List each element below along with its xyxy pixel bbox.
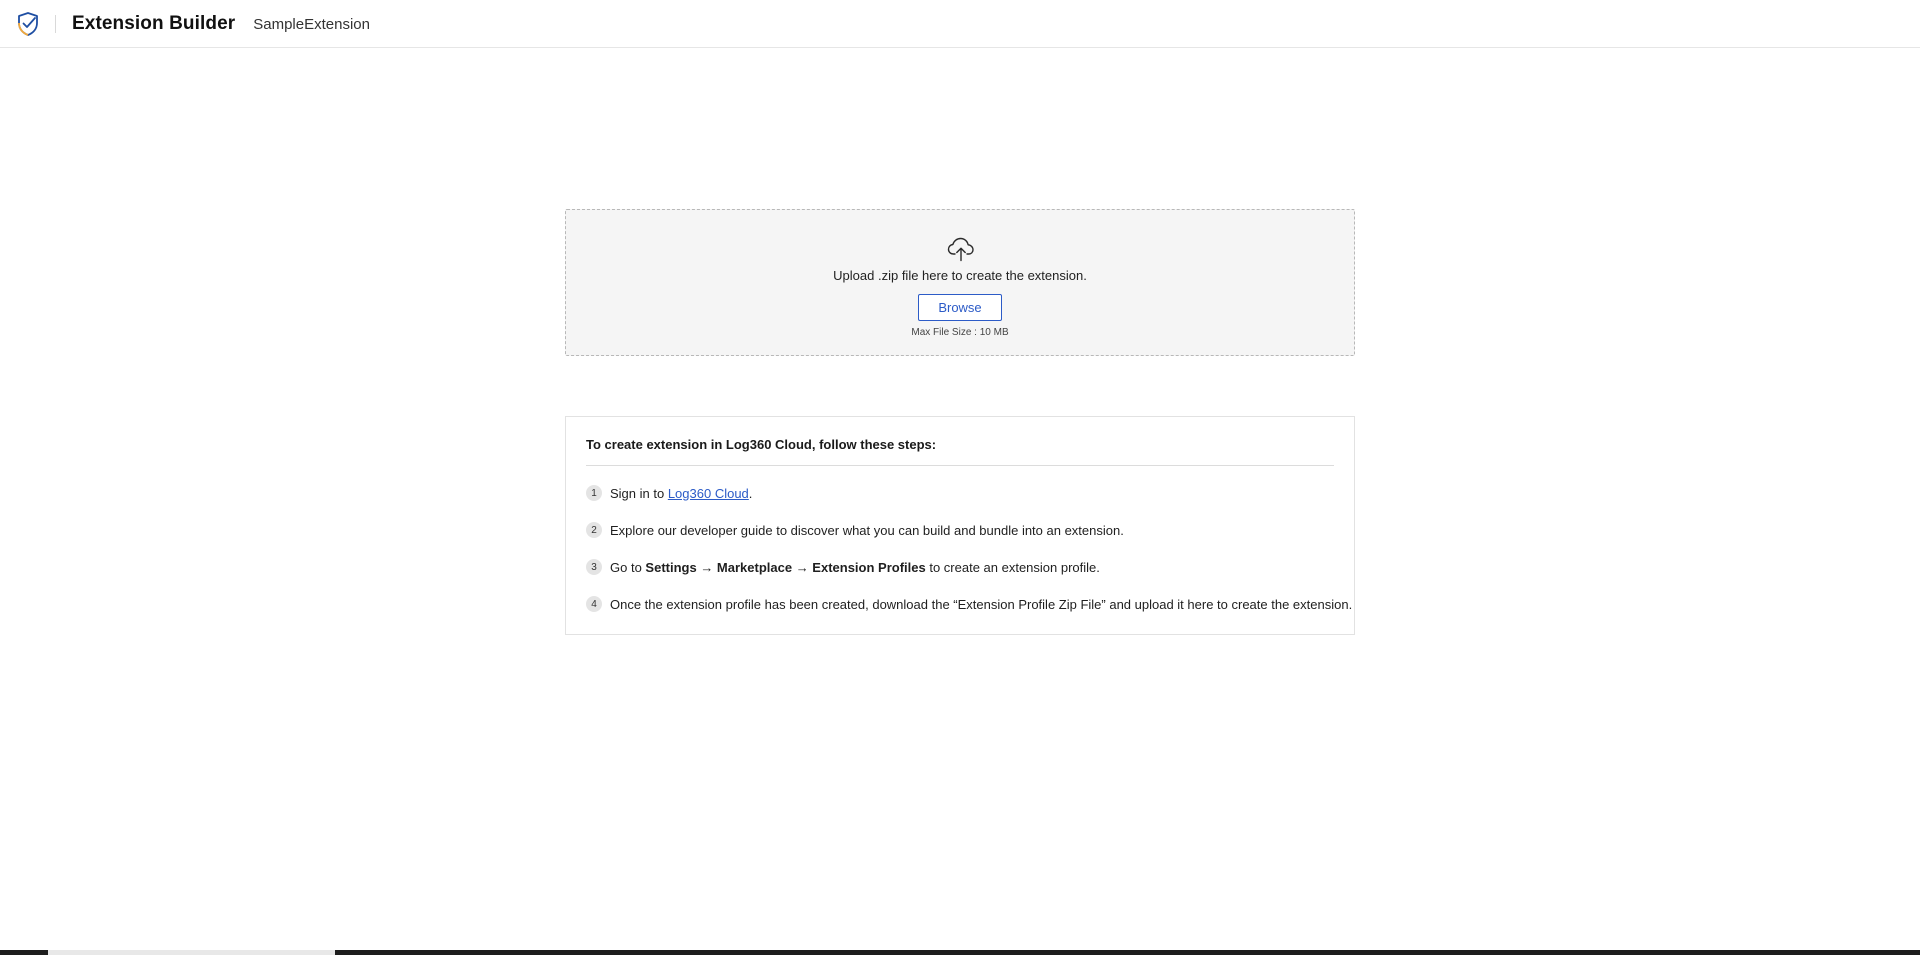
step-item: 1 Sign in to Log360 Cloud.	[586, 485, 752, 501]
step-item: 4 Once the extension profile has been cr…	[586, 596, 1352, 612]
step-item: 2 Explore our developer guide to discove…	[586, 522, 1124, 538]
steps-heading: To create extension in Log360 Cloud, fol…	[586, 437, 937, 452]
cloud-upload-icon	[947, 236, 975, 262]
step-number: 3	[586, 559, 602, 575]
taskbar-segment	[48, 950, 335, 955]
shield-check-icon[interactable]	[15, 11, 41, 37]
steps-card: To create extension in Log360 Cloud, fol…	[565, 416, 1355, 635]
browse-button[interactable]: Browse	[918, 294, 1002, 321]
steps-divider	[586, 465, 1334, 466]
log360-cloud-link[interactable]: Log360 Cloud	[668, 486, 749, 501]
max-file-size-note: Max File Size : 10 MB	[911, 327, 1009, 338]
step-prefix: Sign in to	[610, 485, 668, 501]
header-divider	[55, 14, 56, 33]
project-name: SampleExtension	[253, 16, 370, 33]
step-number: 1	[586, 485, 602, 501]
step-text: Explore our developer guide to discover …	[610, 522, 1124, 538]
step-item: 3 Go to Settings → Marketplace → Extensi…	[586, 559, 1100, 575]
step-suffix: .	[748, 485, 753, 501]
upload-dropzone[interactable]: Upload .zip file here to create the exte…	[565, 209, 1355, 356]
step-text: Sign in to Log360 Cloud.	[610, 486, 752, 501]
bottom-taskbar-strip	[0, 950, 1920, 955]
top-bar: Extension Builder SampleExtension	[0, 0, 1920, 48]
step-number: 2	[586, 522, 602, 538]
upload-instruction: Upload .zip file here to create the exte…	[833, 268, 1087, 283]
step-text: Once the extension profile has been crea…	[610, 596, 1353, 612]
settings-path: Settings → Marketplace → Extension Profi…	[645, 559, 926, 575]
app-title: Extension Builder	[72, 12, 236, 34]
step-text: Go to Settings → Marketplace → Extension…	[610, 560, 1100, 575]
step-suffix: to create an extension profile.	[925, 559, 1100, 575]
step-number: 4	[586, 596, 602, 612]
step-prefix: Go to	[610, 559, 646, 575]
